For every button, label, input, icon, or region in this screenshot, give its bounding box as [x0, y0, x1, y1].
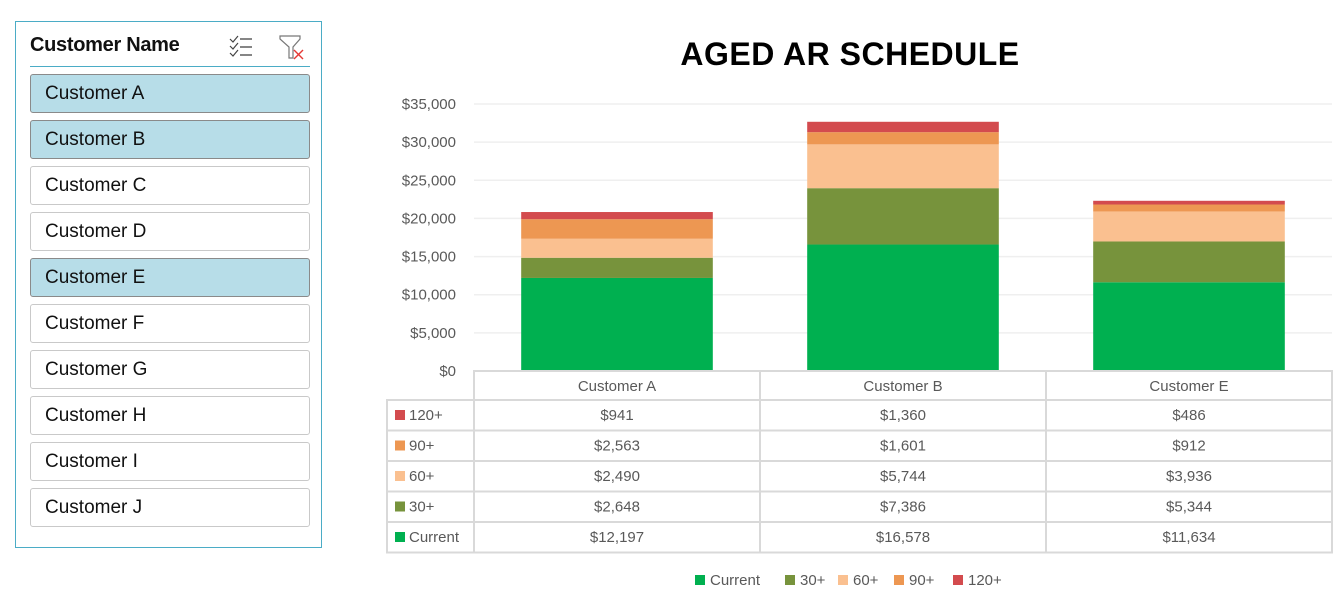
data-table-cell: $2,490: [594, 468, 640, 485]
legend-label: Current: [710, 572, 761, 589]
bar-segment-30plus-customer-a: [521, 257, 713, 278]
data-table-column-header: Customer A: [578, 378, 656, 395]
data-table-cell: $941: [600, 407, 633, 424]
data-table-cell: $5,744: [880, 468, 926, 485]
bar-segment-60plus-customer-a: [521, 238, 713, 258]
data-table-column-header: Customer E: [1149, 378, 1228, 395]
bar-segment-60plus-customer-b: [807, 144, 999, 189]
data-table-cell: $2,563: [594, 438, 640, 455]
bar-segment-120plus-customer-e: [1093, 200, 1285, 205]
bar-segment-30plus-customer-b: [807, 188, 999, 245]
data-table-row-label: Current: [409, 529, 460, 546]
bar-segment-60plus-customer-e: [1093, 211, 1285, 242]
legend-swatch-60plus: [838, 575, 848, 585]
aged-ar-chart: $0 $5,000 $10,000 $15,000 $20,000 $25,000 $30,…: [386, 96, 1333, 589]
bar-segment-90plus-customer-b: [807, 132, 999, 145]
y-tick-label: $20,000: [402, 210, 456, 227]
legend-swatch-30plus: [785, 575, 795, 585]
data-table-cell: $2,648: [594, 499, 640, 516]
y-tick-label: $0: [439, 363, 456, 380]
y-tick-label: $10,000: [402, 287, 456, 304]
data-table-cell: $7,386: [880, 499, 926, 516]
bar-segment-90plus-customer-e: [1093, 204, 1285, 212]
legend-key-120plus: [395, 410, 405, 420]
bar-segment-90plus-customer-a: [521, 219, 713, 239]
bar-segment-30plus-customer-e: [1093, 241, 1285, 283]
data-table-row-label: 60+: [409, 468, 435, 485]
legend-key-current: [395, 532, 405, 542]
data-table-cell: $1,360: [880, 407, 926, 424]
bar-segment-current-customer-b: [807, 244, 999, 371]
bar-segment-current-customer-a: [521, 277, 713, 371]
legend-swatch-current: [695, 575, 705, 585]
data-table-cell: $12,197: [590, 529, 644, 546]
legend-swatch-90plus: [894, 575, 904, 585]
legend-label: 120+: [968, 572, 1002, 589]
data-table-cell: $5,344: [1166, 499, 1212, 516]
data-table-row-label: 90+: [409, 438, 435, 455]
data-table-column-header: Customer B: [863, 378, 942, 395]
y-tick-label: $35,000: [402, 96, 456, 113]
legend-key-60plus: [395, 471, 405, 481]
y-tick-label: $15,000: [402, 249, 456, 266]
data-table-row-label: 30+: [409, 499, 435, 516]
legend-swatch-120plus: [953, 575, 963, 585]
data-table-cell: $1,601: [880, 438, 926, 455]
data-table-cell: $912: [1172, 438, 1205, 455]
data-table-cell: $11,634: [1162, 529, 1215, 546]
legend-key-30plus: [395, 501, 405, 512]
bar-segment-120plus-customer-a: [521, 212, 713, 220]
legend-label: 30+: [800, 572, 826, 589]
legend-label: 90+: [909, 572, 935, 589]
y-tick-label: $25,000: [402, 172, 456, 189]
legend-label: 60+: [853, 572, 879, 589]
bar-segment-current-customer-e: [1093, 282, 1285, 371]
bar-segment-120plus-customer-b: [807, 121, 999, 133]
y-tick-label: $5,000: [410, 325, 456, 342]
legend-key-90plus: [395, 440, 405, 451]
data-table-cell: $16,578: [876, 529, 930, 546]
data-table-cell: $3,936: [1166, 468, 1212, 485]
data-table-row-label: 120+: [409, 407, 443, 424]
data-table-cell: $486: [1172, 407, 1205, 424]
y-tick-label: $30,000: [402, 134, 456, 151]
